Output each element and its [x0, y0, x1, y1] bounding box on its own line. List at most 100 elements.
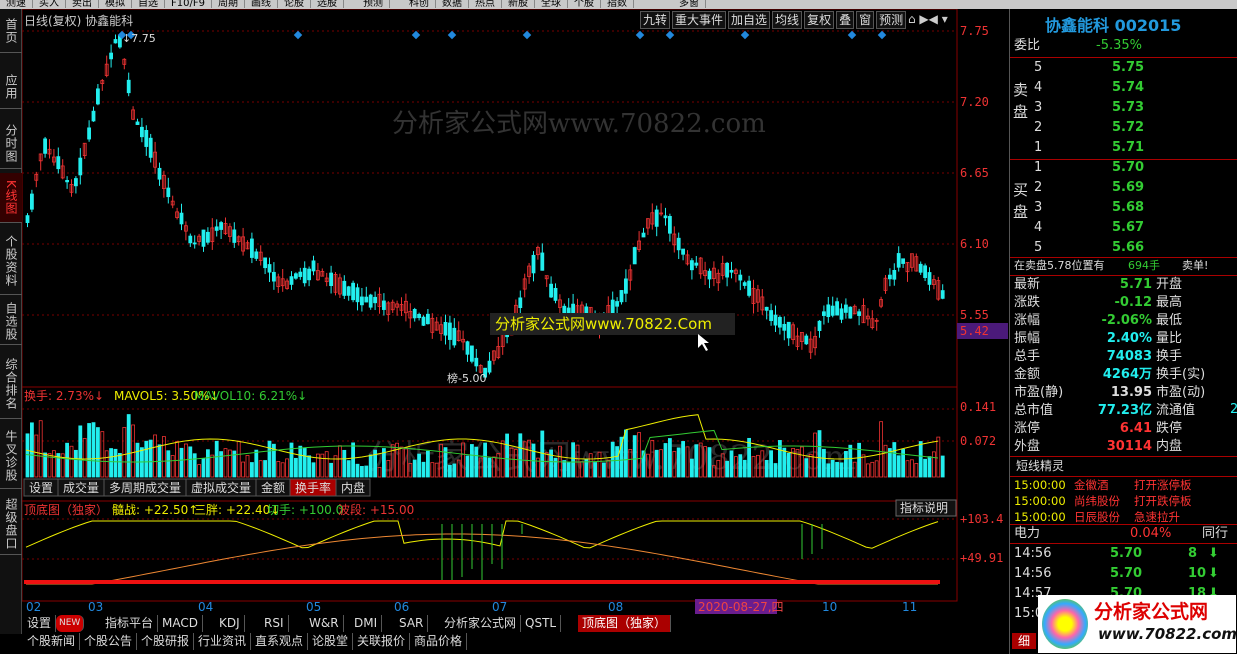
indicator-help-label[interactable]: 指标说明 — [900, 500, 948, 515]
left-tab[interactable]: K线图 — [0, 173, 22, 223]
bottom-tab-secondary[interactable]: 商品价格 — [410, 633, 468, 650]
bottom-tab[interactable]: KDJ — [215, 615, 245, 632]
volume-tab-label[interactable]: 金额 — [261, 480, 285, 495]
left-tab[interactable]: 个股资料 — [0, 227, 22, 295]
candle-body — [29, 193, 34, 210]
menu-item[interactable]: 新股 — [502, 0, 535, 9]
menu-item[interactable]: F10/F9 — [165, 0, 212, 9]
bottom-tab[interactable]: 指标平台 — [101, 615, 159, 632]
tick-volume: 8 — [1188, 546, 1198, 561]
left-tab[interactable]: 综合排名 — [0, 349, 22, 419]
bottom-tab-secondary[interactable]: 行业资讯 — [194, 633, 252, 650]
volume-tab-label[interactable]: 换手率 — [295, 480, 331, 495]
price-axis-label: 6.65 — [960, 166, 989, 180]
panel-bottom-tab[interactable]: 细 — [1012, 633, 1037, 649]
menu-item[interactable]: 多窗 — [673, 0, 706, 9]
stat-value: 5.71 — [1119, 277, 1152, 292]
volume-tab-label[interactable]: 成交量 — [63, 480, 99, 495]
menu-item[interactable]: 预测 — [357, 0, 390, 9]
menu-item[interactable]: 选股 — [311, 0, 344, 9]
volume-tab-label[interactable]: 内盘 — [341, 480, 365, 495]
volume-bar — [78, 425, 83, 478]
jingling-item[interactable]: 15:00:00 尚纬股份 打开跌停板 — [1010, 493, 1237, 509]
chart-toolbar-button[interactable]: 窗 — [856, 11, 875, 29]
bottom-tab[interactable]: 顶底图（独家） — [578, 615, 672, 632]
menu-item[interactable]: 全球 — [535, 0, 568, 9]
left-tab[interactable]: 自选股 — [0, 299, 22, 345]
jingling-stock[interactable]: 金徽酒 — [1074, 477, 1109, 493]
jingling-stock[interactable]: 尚纬股份 — [1074, 493, 1120, 509]
x-axis-label: 07 — [492, 600, 507, 614]
volume-bar — [364, 465, 369, 478]
bottom-tab[interactable]: SAR — [395, 615, 429, 632]
volume-bar — [329, 462, 334, 478]
chart-toolbar-button[interactable]: 均线 — [772, 11, 803, 29]
indicator-value: 波段: +15.00 — [338, 502, 414, 517]
bottom-tab[interactable]: MACD — [158, 615, 203, 632]
volume-bar — [549, 449, 553, 478]
bottom-tab[interactable]: DMI — [350, 615, 383, 632]
menu-item[interactable]: 热点 — [469, 0, 502, 9]
notice-tail: 卖单! — [1182, 259, 1209, 272]
volume-bar — [302, 447, 307, 478]
volume-bar — [214, 440, 219, 478]
chart-toolbar-button[interactable]: 复权 — [804, 11, 835, 29]
chart-toolbar-button[interactable]: 叠 — [836, 11, 855, 29]
bottom-tab-secondary[interactable]: 关联报价 — [353, 633, 411, 650]
volume-bar — [263, 460, 268, 478]
jingling-stock[interactable]: 日辰股份 — [1074, 509, 1120, 525]
candle-body — [681, 248, 685, 255]
bottom-tab[interactable]: NEW — [56, 615, 85, 632]
high-price-label: ↓7.75 — [122, 32, 156, 45]
logo-title: 分析家公式网 — [1094, 601, 1209, 623]
left-tab[interactable]: 分时图 — [0, 119, 22, 169]
buy-level-number: 5 — [1034, 240, 1043, 255]
volume-bar — [351, 442, 356, 478]
vol-legend-turnover: 换手: 2.73%↓ — [24, 389, 104, 403]
menu-item[interactable]: 论股 — [278, 0, 311, 9]
chart-toolbar-button[interactable]: 九转 — [640, 11, 671, 29]
menu-item[interactable]: 卖出 — [66, 0, 99, 9]
bottom-tab-secondary[interactable]: 个股新闻 — [23, 633, 81, 650]
bottom-tab[interactable]: QSTL — [521, 615, 562, 632]
sell-level-price: 5.74 — [1112, 80, 1145, 95]
volume-bar — [337, 445, 342, 478]
left-tab[interactable]: 应用 — [0, 65, 22, 109]
menu-item[interactable]: 买入 — [33, 0, 66, 9]
volume-bar — [122, 427, 127, 478]
bottom-tab-secondary[interactable]: 论股堂 — [308, 633, 354, 650]
bottom-tab-secondary[interactable]: 直系观点 — [251, 633, 309, 650]
menu-item[interactable]: 周期 — [212, 0, 245, 9]
volume-tab-label[interactable]: 设置 — [29, 481, 53, 495]
volume-bar — [879, 421, 883, 478]
bottom-tab-secondary[interactable]: 个股公告 — [80, 633, 138, 650]
menu-item[interactable]: 指数 — [601, 0, 634, 9]
chart-toolbar-button[interactable]: 预测 — [876, 11, 907, 29]
ad-label[interactable]: 分析家公式网www.70822.Com — [495, 315, 712, 333]
kline-chart[interactable]: 7.75 7.20 6.65 6.10 5.55 5.42 0.141 0.072 +103.4… — [22, 9, 1008, 614]
volume-tab-label[interactable]: 多周期成交量 — [109, 480, 181, 495]
menu-item[interactable]: 模拟 — [99, 0, 132, 9]
left-tab[interactable]: 超级盘口 — [0, 493, 22, 555]
jingling-item[interactable]: 15:00:00 金徽酒 打开涨停板 — [1010, 477, 1237, 493]
volume-bar — [918, 441, 923, 478]
chart-toolbar-button[interactable]: 重大事件 — [672, 11, 727, 29]
menu-item[interactable]: 数据 — [436, 0, 469, 9]
left-tab[interactable]: 牛叉诊股 — [0, 423, 22, 489]
menu-item[interactable]: 自选 — [132, 0, 165, 9]
menu-item[interactable]: 科创 — [403, 0, 436, 9]
bottom-tab-secondary[interactable]: 个股研报 — [137, 633, 195, 650]
left-tab[interactable]: 首页 — [0, 9, 22, 53]
jingling-item[interactable]: 15:00:00 日辰股份 急速拉升 — [1010, 509, 1237, 525]
menu-item[interactable]: 个股 — [568, 0, 601, 9]
volume-tab-label[interactable]: 虚拟成交量 — [191, 480, 251, 495]
stat-label: 金额 — [1014, 367, 1041, 382]
menu-item[interactable]: 测速 — [0, 0, 33, 9]
volume-bar — [483, 442, 488, 478]
chart-toolbar-button[interactable]: 加自选 — [728, 11, 771, 29]
bottom-tab[interactable]: RSI — [260, 615, 289, 632]
bottom-tab[interactable]: W&R — [305, 615, 344, 632]
menu-item[interactable]: 画线 — [245, 0, 278, 9]
bottom-tab[interactable]: 分析家公式网 — [440, 615, 522, 632]
bottom-tab[interactable]: 设置 — [23, 615, 57, 632]
